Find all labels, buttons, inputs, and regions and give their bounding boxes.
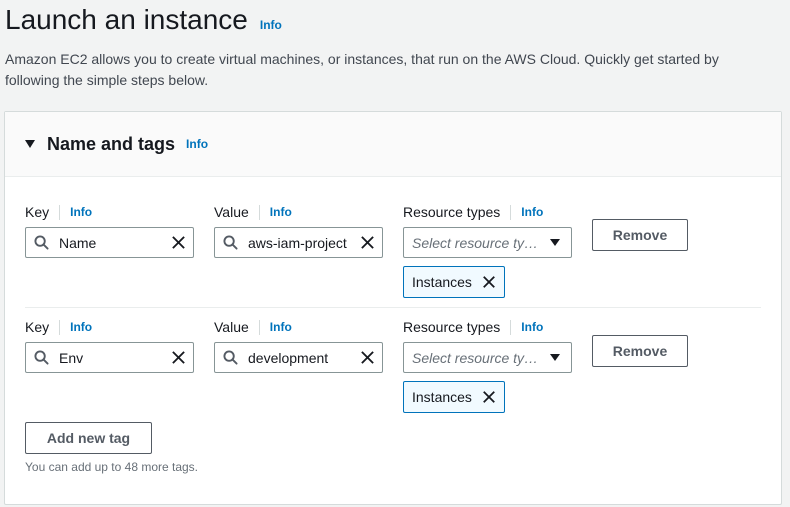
- tags-remaining-hint: You can add up to 48 more tags.: [25, 460, 199, 474]
- key-label: Key: [25, 204, 50, 220]
- page-title: Launch an instance Info: [5, 4, 282, 36]
- search-icon: [34, 235, 49, 250]
- key-label: Key: [25, 319, 50, 335]
- search-icon: [223, 350, 238, 365]
- key-input-value: Env: [59, 349, 84, 366]
- value-label-row-1: Value Info: [214, 204, 292, 220]
- panel-info-link[interactable]: Info: [186, 137, 208, 151]
- clear-icon[interactable]: [360, 235, 375, 250]
- resource-info-link[interactable]: Info: [521, 205, 543, 219]
- name-and-tags-panel: Name and tags Info Key Info Name Value I…: [4, 111, 782, 505]
- key-label-row-1: Key Info: [25, 204, 92, 220]
- remove-button-1[interactable]: Remove: [592, 219, 688, 251]
- resource-token-1: Instances: [403, 266, 505, 298]
- value-info-link[interactable]: Info: [270, 320, 292, 334]
- value-input-1[interactable]: aws-iam-project: [214, 227, 383, 258]
- label-separator: [510, 319, 512, 335]
- page-info-link[interactable]: Info: [260, 18, 282, 32]
- search-icon: [223, 235, 238, 250]
- add-new-tag-button[interactable]: Add new tag: [25, 422, 152, 454]
- select-placeholder: Select resource ty…: [412, 234, 539, 251]
- value-info-link[interactable]: Info: [270, 205, 292, 219]
- token-label: Instances: [412, 389, 472, 405]
- panel-header[interactable]: Name and tags Info: [5, 112, 781, 177]
- remove-token-icon[interactable]: [482, 275, 496, 289]
- remove-button-2[interactable]: Remove: [592, 335, 688, 367]
- key-info-link[interactable]: Info: [70, 320, 92, 334]
- value-label: Value: [214, 204, 249, 220]
- label-separator: [258, 319, 260, 335]
- collapse-caret-icon[interactable]: [25, 140, 35, 148]
- label-separator: [258, 204, 260, 220]
- search-icon: [34, 350, 49, 365]
- resource-types-label: Resource types: [403, 319, 501, 335]
- row-divider: [25, 307, 761, 308]
- resource-info-link[interactable]: Info: [521, 320, 543, 334]
- remove-token-icon[interactable]: [482, 390, 496, 404]
- dropdown-caret-icon: [550, 354, 560, 361]
- key-input-1[interactable]: Name: [25, 227, 194, 258]
- key-info-link[interactable]: Info: [70, 205, 92, 219]
- dropdown-caret-icon: [550, 239, 560, 246]
- clear-icon[interactable]: [171, 350, 186, 365]
- key-input-value: Name: [59, 234, 97, 251]
- value-input-value: development: [248, 349, 329, 366]
- select-placeholder: Select resource ty…: [412, 349, 539, 366]
- clear-icon[interactable]: [360, 350, 375, 365]
- page-description: Amazon EC2 allows you to create virtual …: [5, 51, 719, 88]
- resource-types-label: Resource types: [403, 204, 501, 220]
- resource-label-row-2: Resource types Info: [403, 319, 543, 335]
- resource-token-2: Instances: [403, 381, 505, 413]
- value-label-row-2: Value Info: [214, 319, 292, 335]
- label-separator: [59, 319, 61, 335]
- value-input-2[interactable]: development: [214, 342, 383, 373]
- resource-type-select-1[interactable]: Select resource ty…: [403, 227, 572, 258]
- resource-type-select-2[interactable]: Select resource ty…: [403, 342, 572, 373]
- panel-title: Name and tags: [47, 133, 176, 154]
- key-label-row-2: Key Info: [25, 319, 92, 335]
- value-label: Value: [214, 319, 249, 335]
- page-title-text: Launch an instance: [5, 4, 248, 35]
- token-label: Instances: [412, 274, 472, 290]
- clear-icon[interactable]: [171, 235, 186, 250]
- key-input-2[interactable]: Env: [25, 342, 194, 373]
- label-separator: [59, 204, 61, 220]
- value-input-value: aws-iam-project: [248, 234, 347, 251]
- resource-label-row-1: Resource types Info: [403, 204, 543, 220]
- label-separator: [510, 204, 512, 220]
